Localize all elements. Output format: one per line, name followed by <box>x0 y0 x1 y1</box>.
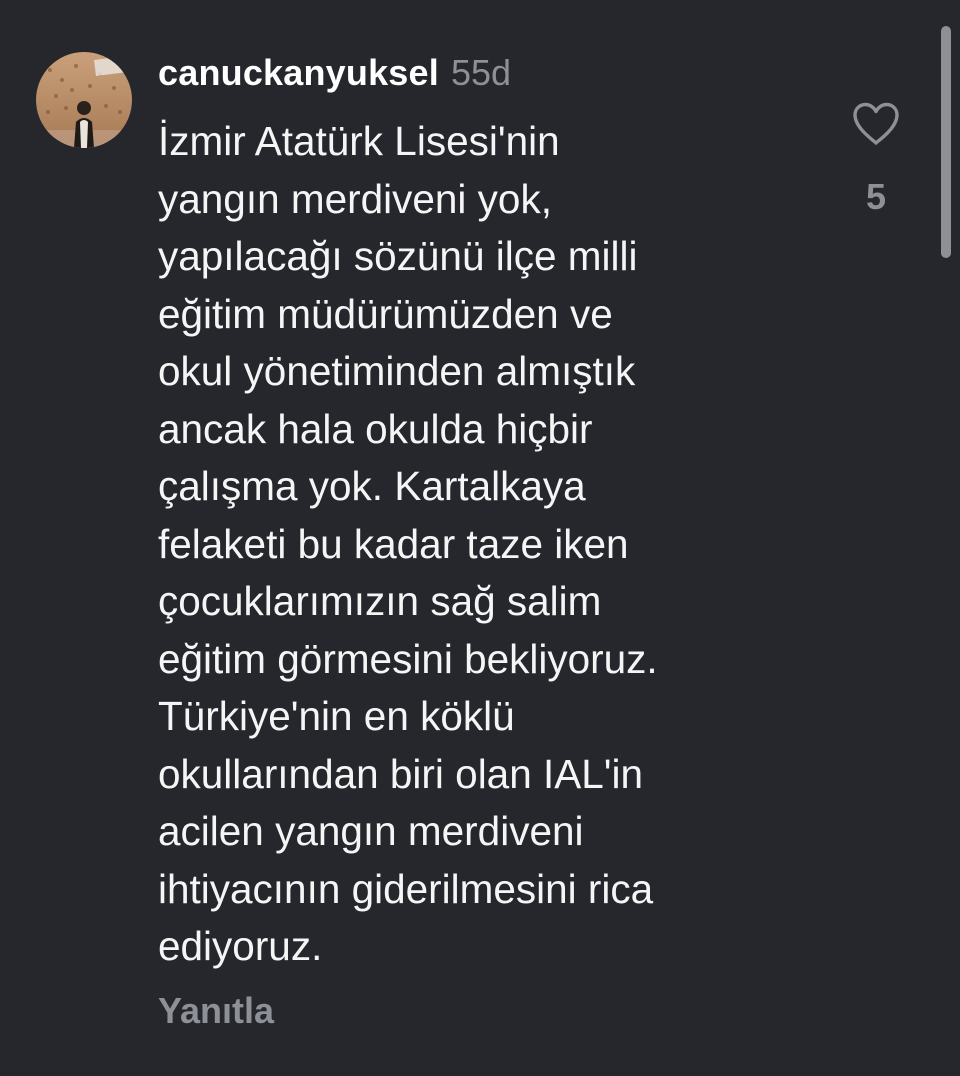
like-count: 5 <box>865 176 887 217</box>
comment-item: canuckanyuksel 55d İzmir Atatürk Lisesi'… <box>0 0 960 1076</box>
reply-button[interactable]: Yanıtla <box>158 990 274 1032</box>
comment-header: canuckanyuksel 55d <box>158 52 511 104</box>
scrollbar[interactable] <box>941 26 951 258</box>
like-button[interactable] <box>848 96 904 152</box>
heart-outline-icon <box>853 102 899 145</box>
comment-text: İzmir Atatürk Lisesi'nin yangın merdiven… <box>158 118 658 969</box>
username[interactable]: canuckanyuksel <box>158 52 439 94</box>
comment-timestamp: 55d <box>450 52 512 93</box>
avatar-photo <box>36 52 132 148</box>
avatar[interactable] <box>36 52 132 148</box>
